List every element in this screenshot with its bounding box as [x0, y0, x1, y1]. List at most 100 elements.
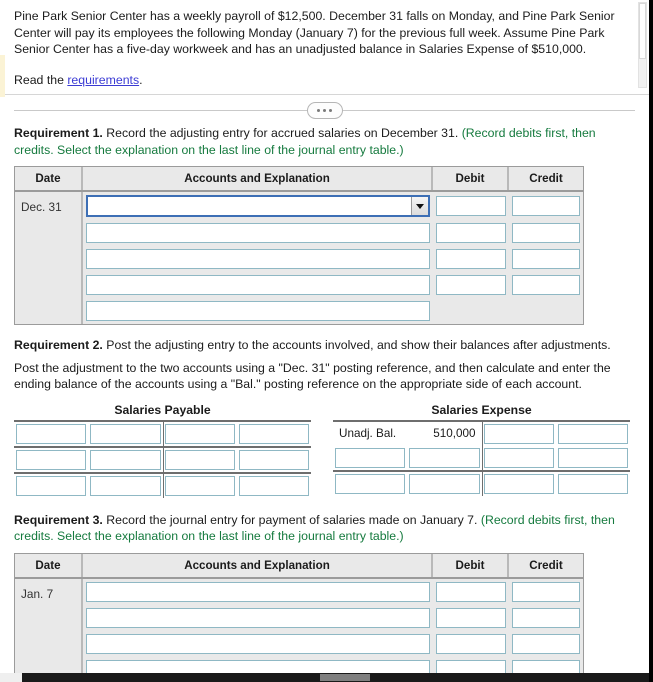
t-row [14, 422, 311, 448]
expense-r2c3 [482, 447, 556, 468]
expense-credit-input-2[interactable] [557, 447, 628, 468]
journal-1-credit-cell-4 [509, 275, 583, 296]
j3-credit-input-2[interactable] [512, 607, 580, 628]
expense-r1c3 [482, 423, 556, 444]
requirement-2-instruction: Post the adjustment to the two accounts … [14, 360, 611, 392]
dot-1-icon [317, 109, 320, 113]
expense-ref-input-2[interactable] [335, 447, 406, 468]
payable-debit-input-1[interactable] [90, 423, 161, 444]
t-account-grid-payable [14, 419, 311, 498]
journal-1-debit-cell-2 [433, 223, 509, 244]
j3-account-input-1[interactable] [86, 581, 430, 602]
payable-credit-input-3[interactable] [238, 475, 309, 496]
expense-r3c3 [482, 473, 556, 494]
account-input-4[interactable] [86, 275, 430, 296]
account-select-1-value[interactable] [88, 197, 428, 216]
expense-ref-input-3[interactable] [335, 473, 406, 494]
payable-r2c1 [14, 449, 88, 470]
payable-credit-ref-input-1[interactable] [164, 423, 235, 444]
payable-ref-input-1[interactable] [16, 423, 87, 444]
journal-3-header-date: Date [15, 553, 83, 577]
t-account-salaries-payable: Salaries Payable [14, 403, 311, 498]
payable-r1c2 [88, 423, 162, 444]
expense-credit-ref-input-3[interactable] [483, 473, 554, 494]
expense-debit-input-2[interactable] [409, 447, 480, 468]
journal-1-account-cell-4 [83, 275, 433, 296]
account-input-2[interactable] [86, 223, 430, 244]
problem-paragraph: Pine Park Senior Center has a weekly pay… [14, 9, 615, 57]
j3-credit-input-1[interactable] [512, 581, 580, 602]
requirement-3-text: Record the journal entry for payment of … [102, 512, 481, 527]
t-row: Unadj. Bal. 510,000 [333, 422, 630, 446]
read-prefix-text: Read the [14, 72, 68, 87]
scrollbar-thumb[interactable] [639, 3, 646, 59]
journal-1-date-cell: Dec. 31 [15, 192, 83, 325]
requirement-3-prompt: Requirement 3. Record the journal entry … [14, 512, 635, 545]
journal-3-date-cell: Jan. 7 [15, 578, 83, 682]
expense-credit-input-3[interactable] [557, 473, 628, 494]
expense-credit-ref-input-2[interactable] [483, 447, 554, 468]
payable-credit-input-1[interactable] [238, 423, 309, 444]
payable-ref-input-2[interactable] [16, 449, 87, 470]
t-account-title-expense: Salaries Expense [431, 402, 532, 417]
expense-r1c2: 510,000 [407, 424, 481, 444]
table-row [83, 579, 583, 605]
journal-1-header-accounts: Accounts and Explanation [83, 167, 433, 191]
credit-input-1[interactable] [512, 196, 580, 217]
t-account-grid-expense: Unadj. Bal. 510,000 [333, 419, 630, 496]
j3-account-input-2[interactable] [86, 607, 430, 628]
credit-input-2[interactable] [512, 223, 580, 244]
credit-input-3[interactable] [512, 249, 580, 270]
journal-3-header-debit: Debit [433, 553, 509, 577]
j3-debit-input-3[interactable] [436, 633, 506, 654]
t-row [333, 446, 630, 470]
payable-credit-ref-input-2[interactable] [164, 449, 235, 470]
read-suffix-text: . [139, 72, 143, 87]
payable-r3c3 [163, 475, 237, 496]
chevron-down-icon[interactable] [411, 197, 428, 216]
scrollbar-left-cap [0, 673, 22, 682]
horizontal-scrollbar-thumb[interactable] [320, 674, 370, 681]
journal-3-account-cell-3 [83, 633, 433, 654]
problem-page: Pine Park Senior Center has a weekly pay… [0, 0, 653, 682]
j3-debit-input-2[interactable] [436, 607, 506, 628]
journal-1-header-date: Date [15, 167, 83, 191]
expense-r3c4 [556, 473, 630, 494]
payable-debit-input-2[interactable] [90, 449, 161, 470]
expense-credit-input-1[interactable] [557, 423, 628, 444]
table-row [83, 631, 583, 657]
payable-credit-ref-input-3[interactable] [164, 475, 235, 496]
expense-credit-ref-input-1[interactable] [483, 423, 554, 444]
expense-r2c2 [407, 447, 481, 468]
requirement-3-label: Requirement 3. [14, 512, 103, 527]
payable-debit-input-3[interactable] [90, 475, 161, 496]
credit-input-4[interactable] [512, 275, 580, 296]
journal-1-account-cell-3 [83, 249, 433, 270]
payable-r1c1 [14, 423, 88, 444]
payable-credit-input-2[interactable] [238, 449, 309, 470]
debit-input-1[interactable] [436, 196, 506, 217]
table-row [83, 192, 583, 220]
requirements-link[interactable]: requirements [67, 73, 139, 87]
j3-account-input-3[interactable] [86, 633, 430, 654]
debit-input-2[interactable] [436, 223, 506, 244]
account-input-3[interactable] [86, 249, 430, 270]
journal-1-header-credit: Credit [529, 172, 563, 186]
account-select-1[interactable] [86, 195, 430, 218]
t-account-salaries-expense: Salaries Expense Unadj. Bal. 510,000 [333, 403, 630, 498]
journal-1-debit-cell-3 [433, 249, 509, 270]
unadjusted-balance-value: 510,000 [433, 426, 476, 440]
explanation-input-5[interactable] [86, 301, 430, 322]
more-options-ellipsis-icon[interactable] [306, 102, 343, 120]
expense-r1c1: Unadj. Bal. [333, 424, 407, 444]
debit-input-3[interactable] [436, 249, 506, 270]
expense-debit-input-3[interactable] [409, 473, 480, 494]
expense-r3c2 [407, 473, 481, 494]
horizontal-scrollbar[interactable] [0, 673, 649, 682]
problem-panel-scrollbar[interactable] [638, 2, 647, 88]
j3-debit-input-1[interactable] [436, 581, 506, 602]
debit-input-4[interactable] [436, 275, 506, 296]
t-row [14, 448, 311, 472]
j3-credit-input-3[interactable] [512, 633, 580, 654]
payable-ref-input-3[interactable] [16, 475, 87, 496]
